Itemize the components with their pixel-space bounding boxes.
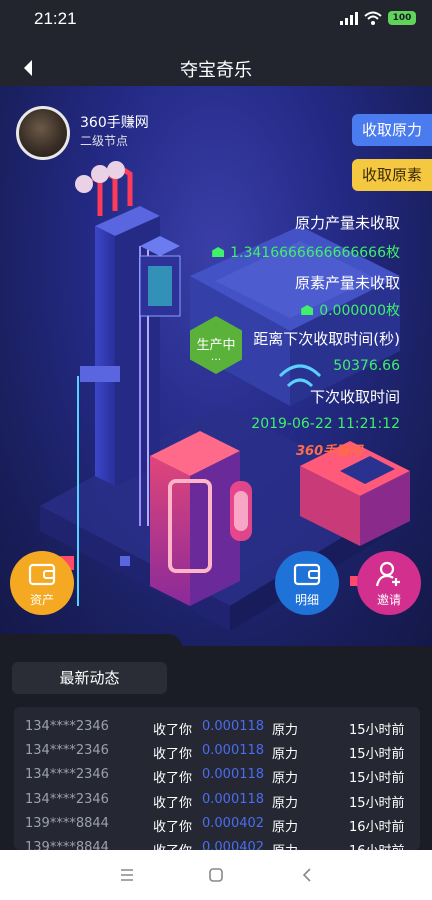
user-name: 360手赚网 <box>80 115 149 131</box>
back-icon <box>302 868 311 882</box>
coin-icon <box>301 305 314 315</box>
details-button[interactable]: 明细 <box>275 551 339 615</box>
collect-element-button[interactable]: 收取原素 <box>352 159 432 191</box>
wallet-icon <box>293 563 321 586</box>
assets-button[interactable]: 资产 <box>10 551 74 615</box>
invite-label: 邀请 <box>376 593 401 607</box>
list-item: 139****8844收了你0.000402原力16小时前 <box>25 816 405 835</box>
force-uncollected-label: 原力产量未收取 <box>294 214 400 232</box>
activity-feed: 134****2346 收了你 0.000118 原力 15小时前 134****234… <box>14 707 420 850</box>
list-item: 134****2346 收了你 0.000118 原力 15小时前 <box>25 792 405 811</box>
countdown-label: 距离下次收取时间(秒) <box>253 330 400 348</box>
system-nav-bar <box>0 850 432 900</box>
assets-label: 资产 <box>29 593 54 607</box>
status-icons: 100 <box>340 11 416 25</box>
list-item: 134****2346 收了你 0.000118 原力 15小时前 <box>25 743 405 762</box>
feed-title: 最新动态 <box>12 662 167 694</box>
signal-icon <box>340 11 358 25</box>
invite-button[interactable]: 邀请 <box>357 551 421 615</box>
menu-icon <box>121 869 133 881</box>
status-bar: 21:21 100 <box>0 0 432 40</box>
force-uncollected-amount: 1.3416666666666666枚 <box>230 245 400 261</box>
avatar[interactable] <box>16 106 70 160</box>
wifi-icon <box>364 11 382 25</box>
collect-force-button[interactable]: 收取原力 <box>352 114 432 146</box>
list-item: 139****8844收了你0.000402原力16小时前 <box>25 840 405 850</box>
force-uncollected-value: 1.3416666666666666枚 <box>212 242 400 262</box>
hero-scene: 360手赚网 二级节点 收取原力 收取原素 原力产量未收取 1.34166666… <box>0 86 432 646</box>
details-label: 明细 <box>294 593 319 607</box>
next-collect-label: 下次收取时间 <box>309 388 400 406</box>
user-level: 二级节点 <box>80 134 129 148</box>
home-button[interactable] <box>204 863 228 887</box>
producing-label: 生产中 ... <box>196 338 236 363</box>
menu-button[interactable] <box>115 863 139 887</box>
wallet-icon <box>28 563 56 586</box>
status-time: 21:21 <box>34 9 77 28</box>
element-uncollected-amount: 0.000000枚 <box>319 303 400 319</box>
watermark: 360手赚网 <box>296 444 363 459</box>
battery-icon: 100 <box>388 11 416 25</box>
element-uncollected-value: 0.000000枚 <box>301 300 400 320</box>
add-user-icon <box>375 561 400 587</box>
list-item: 134****2346 收了你 0.000118 原力 15小时前 <box>25 767 405 786</box>
element-uncollected-label: 原素产量未收取 <box>294 274 400 292</box>
home-icon <box>209 868 223 882</box>
countdown-value: 50376.66 <box>333 358 400 374</box>
next-collect-value: 2019-06-22 11:21:12 <box>251 416 400 432</box>
coin-icon <box>212 247 225 257</box>
page-title: 夺宝奇乐 <box>180 60 252 81</box>
list-item: 134****2346 收了你 0.000118 原力 15小时前 <box>25 719 405 738</box>
system-back-button[interactable] <box>295 863 319 887</box>
